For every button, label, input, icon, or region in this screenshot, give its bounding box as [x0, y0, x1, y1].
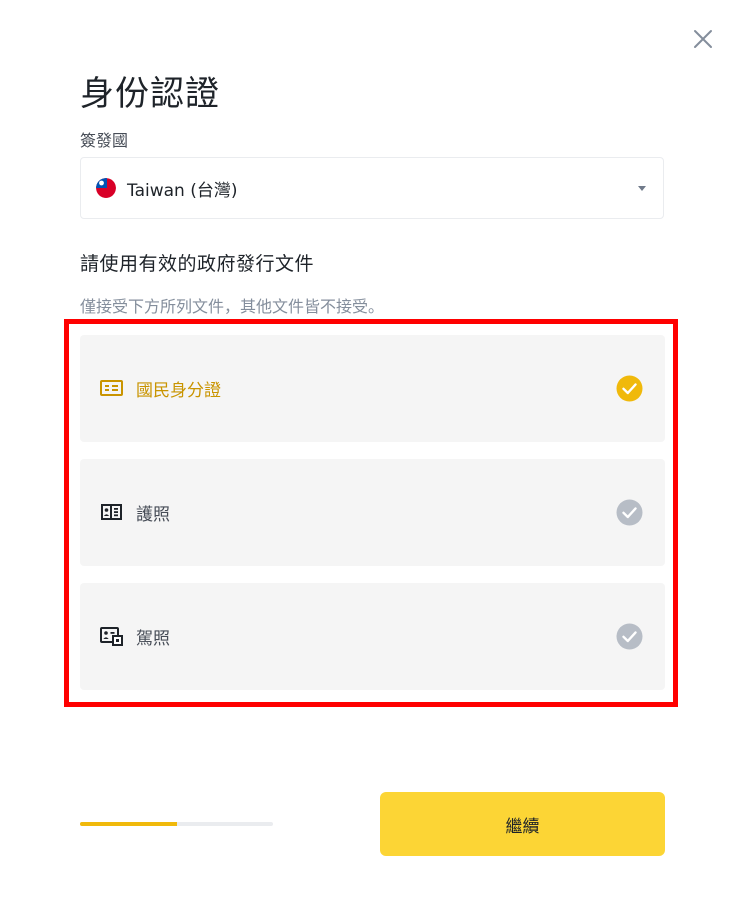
caret-down-icon	[638, 186, 646, 191]
document-option-passport[interactable]: 護照	[80, 459, 665, 566]
document-option-driver-license[interactable]: 駕照	[80, 583, 665, 690]
check-circle-icon	[616, 375, 643, 402]
document-option-label: 護照	[136, 505, 170, 525]
country-label: 簽發國	[80, 131, 129, 150]
taiwan-flag-icon	[96, 178, 116, 198]
close-icon[interactable]	[690, 26, 716, 52]
driver-license-icon	[100, 627, 123, 646]
country-select[interactable]: Taiwan (台灣)	[80, 157, 664, 219]
id-card-icon	[100, 380, 123, 396]
document-option-id-card[interactable]: 國民身分證	[80, 335, 665, 442]
progress-bar	[80, 822, 273, 826]
passport-icon	[101, 504, 122, 520]
continue-button[interactable]: 繼續	[380, 792, 665, 856]
page-title: 身份認證	[80, 74, 220, 114]
check-circle-icon	[616, 499, 643, 526]
country-value: Taiwan (台灣)	[127, 180, 238, 201]
documents-note: 僅接受下方所列文件，其他文件皆不接受。	[80, 297, 385, 316]
check-circle-icon	[616, 623, 643, 650]
document-option-label: 國民身分證	[136, 381, 221, 401]
progress-bar-fill	[80, 822, 177, 826]
document-option-label: 駕照	[136, 629, 170, 649]
documents-heading: 請使用有效的政府發行文件	[80, 253, 315, 275]
